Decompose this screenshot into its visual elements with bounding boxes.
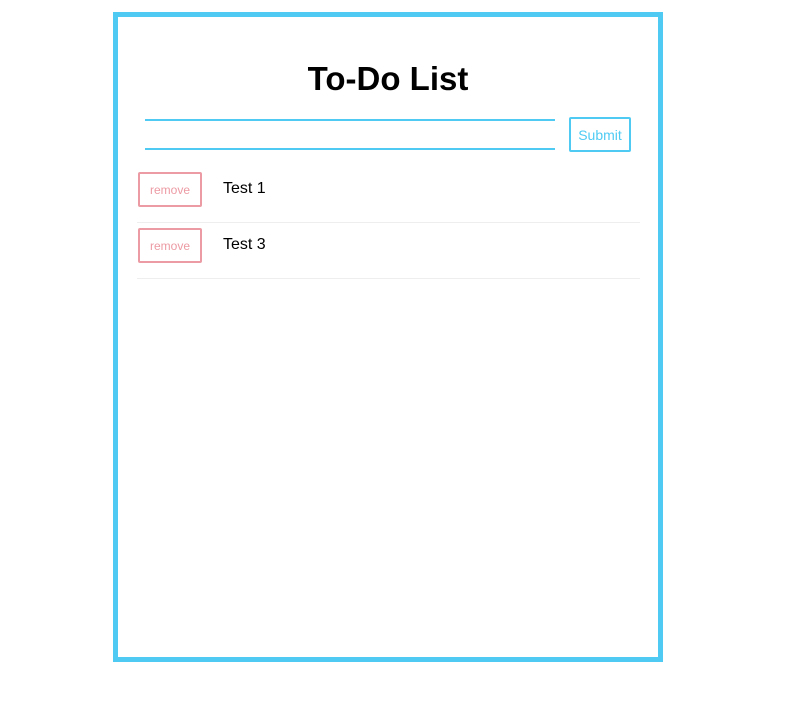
todo-input[interactable] bbox=[145, 119, 555, 150]
submit-button[interactable]: Submit bbox=[569, 117, 631, 152]
list-item: remove Test 3 bbox=[137, 223, 640, 279]
remove-button[interactable]: remove bbox=[138, 172, 202, 207]
page-title: To-Do List bbox=[307, 60, 469, 97]
remove-button[interactable]: remove bbox=[138, 228, 202, 263]
todo-list: remove Test 1 remove Test 3 bbox=[137, 167, 640, 279]
todo-app-frame: To-Do List Submit remove Test 1 remove T… bbox=[113, 12, 663, 662]
todo-text: Test 1 bbox=[223, 180, 266, 197]
todo-text: Test 3 bbox=[223, 236, 266, 253]
list-item: remove Test 1 bbox=[137, 167, 640, 223]
